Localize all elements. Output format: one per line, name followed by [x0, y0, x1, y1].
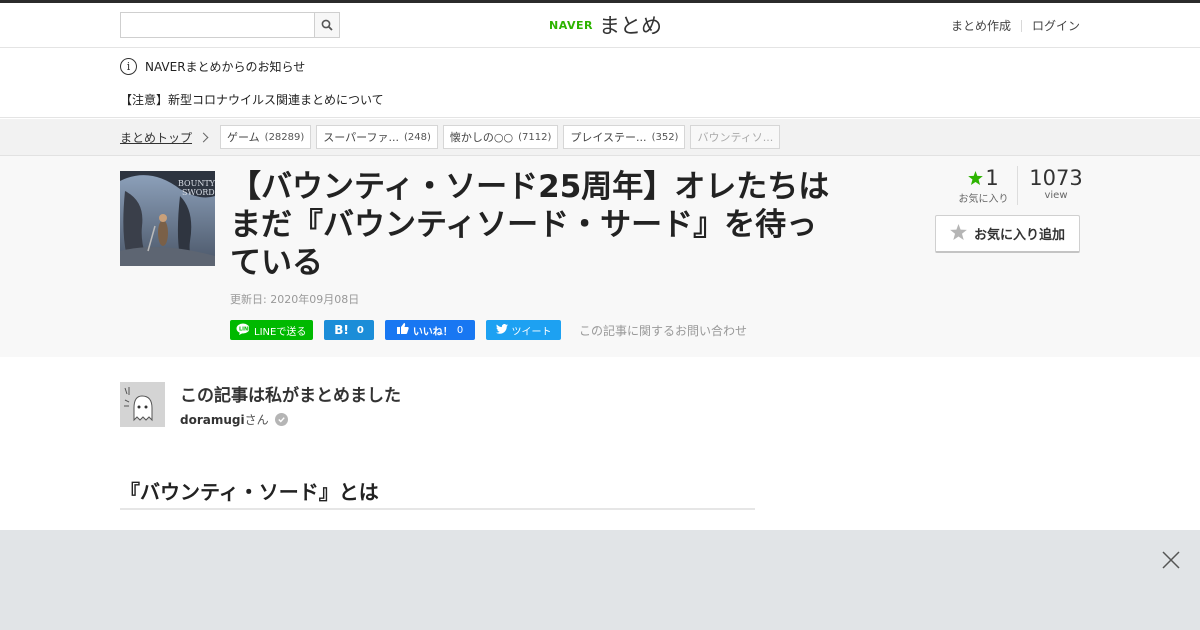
breadcrumb-top-label: まとめトップ — [120, 131, 193, 145]
article-stats: 1 お気に入り 1073 view — [950, 166, 1094, 205]
tag-count: (352) — [651, 131, 679, 143]
article-title: 【バウンティ・ソード25周年】オレたちはまだ『バウンティソード・サード』を待って… — [230, 169, 830, 281]
tag-count: (7112) — [518, 131, 552, 143]
inquiry-link[interactable]: この記事に関するお問い合わせ — [579, 322, 747, 339]
verified-check-icon — [274, 413, 288, 426]
ad-banner — [0, 530, 1200, 630]
tweet-label: ツイート — [511, 326, 552, 338]
site-logo[interactable]: NAVER まとめ — [549, 10, 662, 40]
divider — [1020, 19, 1022, 32]
line-share-button[interactable]: LINE LINEで送る — [230, 320, 313, 340]
tag-label: 懐かしの○○ — [449, 131, 514, 144]
star-icon — [950, 223, 967, 244]
avatar[interactable] — [120, 382, 165, 427]
share-bar: LINE LINEで送る B! 0 いいね！ 0 ツイート この記事に関するお問… — [230, 320, 747, 340]
tag-bounty-sword: バウンティソ... — [690, 125, 781, 149]
search-input[interactable] — [121, 13, 314, 37]
facebook-like-label: いいね！ — [412, 326, 453, 338]
line-icon: LINE — [236, 323, 252, 338]
tag-label: ゲーム — [227, 131, 260, 144]
tag-count: (28289) — [264, 131, 305, 143]
favorite-count: 1 お気に入り — [950, 166, 1018, 205]
facebook-like-button[interactable]: いいね！ 0 — [385, 320, 475, 340]
view-count-value: 1073 — [1029, 166, 1083, 190]
notice-link[interactable]: 【注意】新型コロナウイルス関連まとめについて — [120, 91, 384, 108]
tag-nostalgia[interactable]: 懐かしの○○ (7112) — [442, 125, 559, 149]
tag-game[interactable]: ゲーム (28289) — [220, 125, 312, 149]
create-matome-link[interactable]: まとめ作成 — [951, 17, 1011, 34]
logo-text: まとめ — [598, 14, 662, 38]
star-icon — [968, 166, 984, 190]
login-link[interactable]: ログイン — [1032, 17, 1080, 34]
hatena-count: 0 — [356, 324, 364, 336]
add-favorite-button[interactable]: お気に入り追加 — [935, 215, 1080, 253]
thumbs-up-icon — [396, 323, 409, 337]
hatena-bookmark-button[interactable]: B! 0 — [324, 320, 374, 340]
favorite-count-label: お気に入り — [958, 194, 1009, 205]
notice-heading-text: NAVERまとめからのお知らせ — [145, 60, 306, 74]
logo-brand: NAVER — [549, 18, 593, 32]
search-button[interactable] — [314, 13, 339, 37]
close-icon[interactable] — [1161, 550, 1181, 570]
notice-heading: i NAVERまとめからのお知らせ — [120, 58, 305, 75]
hatena-icon: B! — [334, 323, 349, 337]
author-name: doramugiさん — [180, 411, 288, 428]
facebook-like-count: 0 — [456, 324, 464, 336]
add-favorite-label: お気に入り追加 — [973, 228, 1065, 243]
line-share-label: LINEで送る — [254, 326, 307, 338]
header-links: まとめ作成 ログイン — [951, 17, 1080, 34]
tag-list: ゲーム (28289) スーパーファ... (248) 懐かしの○○ (7112… — [220, 125, 781, 149]
breadcrumb: まとめトップ ゲーム (28289) スーパーファ... (248) 懐かしの○… — [0, 119, 1200, 156]
tag-playstation[interactable]: プレイステー... (352) — [563, 125, 686, 149]
svg-text:LINE: LINE — [239, 326, 250, 332]
tag-label: バウンティソ... — [697, 131, 774, 144]
breadcrumb-top-link[interactable]: まとめトップ — [120, 129, 209, 146]
favorite-count-value: 1 — [985, 166, 999, 190]
author-name-link[interactable]: doramugi — [180, 413, 245, 427]
search-box — [120, 12, 340, 38]
view-count: 1073 view — [1018, 166, 1094, 205]
updated-date: 更新日: 2020年09月08日 — [230, 293, 360, 306]
tag-count: (248) — [404, 131, 431, 143]
info-icon: i — [120, 58, 137, 75]
twitter-bird-icon — [495, 323, 508, 337]
site-header: NAVER まとめ まとめ作成 ログイン — [0, 3, 1200, 48]
tag-label: スーパーファ... — [323, 131, 400, 144]
search-icon — [321, 16, 333, 35]
chevron-right-icon — [198, 132, 209, 143]
tag-super-famicom[interactable]: スーパーファ... (248) — [316, 125, 438, 149]
view-count-label: view — [1044, 190, 1068, 201]
section-heading: 『バウンティ・ソード』とは — [120, 476, 755, 510]
twitter-tweet-button[interactable]: ツイート — [486, 320, 561, 340]
tag-label: プレイステー... — [570, 131, 647, 144]
svg-text:BOUNTY: BOUNTY — [178, 179, 215, 188]
svg-text:SWORD: SWORD — [182, 188, 215, 197]
article-thumbnail: BOUNTY SWORD — [120, 171, 215, 266]
author-heading: この記事は私がまとめました — [180, 386, 401, 406]
notice-panel: i NAVERまとめからのお知らせ 【注意】新型コロナウイルス関連まとめについて — [0, 48, 1200, 118]
author-name-suffix: さん — [244, 413, 269, 427]
